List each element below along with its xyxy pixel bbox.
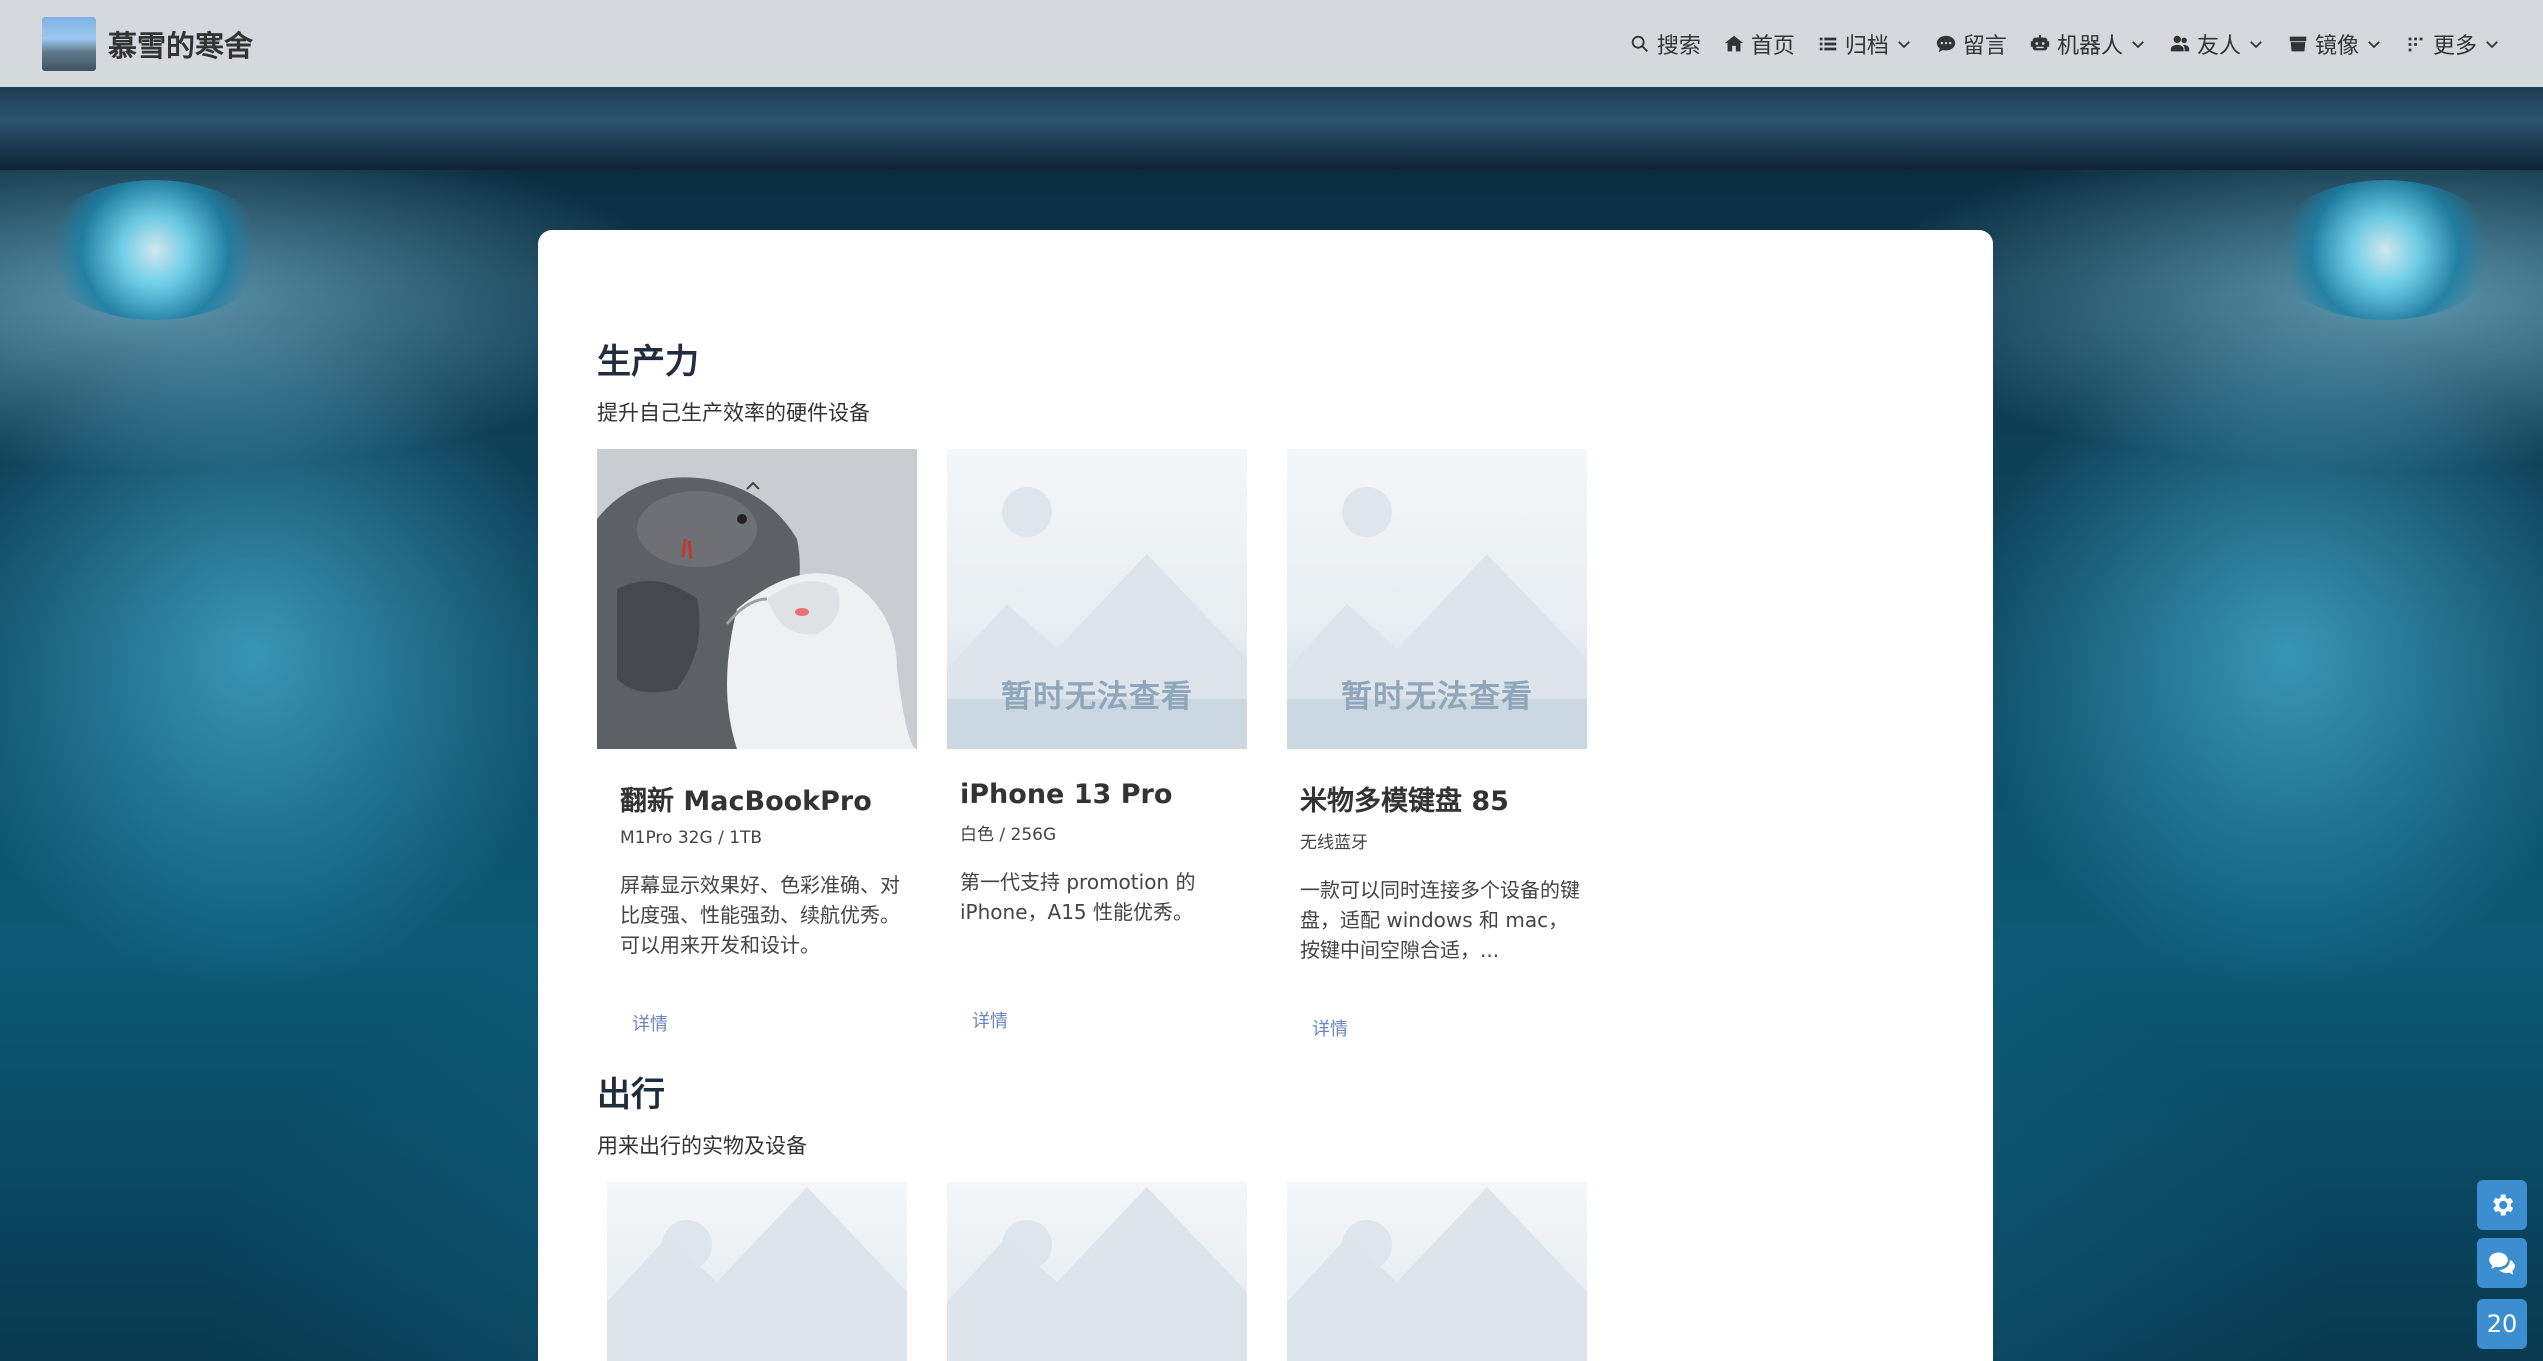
details-link[interactable]: 详情 <box>632 1010 668 1036</box>
nav-robot-label: 机器人 <box>2056 33 2123 59</box>
device-image-placeholder[interactable] <box>947 1181 1247 1361</box>
device-image-placeholder[interactable] <box>1287 1181 1587 1361</box>
robot-icon <box>2030 34 2050 50</box>
device-description: 第一代支持 promotion 的 iPhone，A15 性能优秀。 <box>960 869 1196 924</box>
chevron-down-icon <box>2132 40 2144 48</box>
nav-friends-label: 友人 <box>2196 33 2241 59</box>
nav-archive-label: 归档 <box>1844 33 1889 59</box>
device-card: 翻新 MacBookPro M1Pro 32G / 1TB 屏幕显示效果好、色彩… <box>597 448 919 1041</box>
gear-icon <box>2493 1194 2514 1216</box>
device-card <box>1287 1181 1599 1361</box>
chevron-down-icon <box>2250 40 2262 48</box>
nav-more-label: 更多 <box>2432 33 2477 59</box>
details-link[interactable]: 详情 <box>972 1007 1008 1033</box>
site-title[interactable]: 慕雪的寒舍 <box>108 23 253 65</box>
settings-button[interactable] <box>2477 1180 2527 1230</box>
section-title: 生产力 <box>597 342 699 382</box>
nav-mirror-label: 镜像 <box>2314 33 2359 59</box>
device-card-body: iPhone 13 Pro 白色 / 256G 第一代支持 promotion … <box>947 779 1259 1033</box>
section-title: 出行 <box>597 1074 665 1115</box>
device-card: 暂时无法查看 iPhone 13 Pro 白色 / 256G 第一代支持 pro… <box>947 448 1259 1041</box>
placeholder-text: 暂时无法查看 <box>1341 678 1533 715</box>
background-eye-right <box>2270 180 2500 320</box>
device-card-body: 翻新 MacBookPro M1Pro 32G / 1TB 屏幕显示效果好、色彩… <box>597 779 919 1036</box>
nav-home-label: 首页 <box>1750 33 1795 59</box>
site-logo[interactable] <box>42 16 96 71</box>
chevron-down-icon <box>1898 40 1910 48</box>
users-icon <box>2170 35 2190 51</box>
nav-home[interactable]: 首页 <box>1723 28 1795 60</box>
site-brand[interactable]: 慕雪的寒舍 <box>42 16 253 71</box>
placeholder-mountain-icon <box>607 1186 907 1361</box>
section-travel: 出行 用来出行的实物及设备 <box>597 1075 1993 1361</box>
device-image-placeholder[interactable] <box>607 1181 907 1361</box>
card-list: 翻新 MacBookPro M1Pro 32G / 1TB 屏幕显示效果好、色彩… <box>597 448 1993 1041</box>
background-eye-left <box>40 180 270 320</box>
illustration-image <box>597 448 917 749</box>
device-title: 翻新 MacBookPro <box>620 785 872 817</box>
section-productivity: 生产力 提升自己生产效率的硬件设备 翻新 MacBookPro M1Pro 32… <box>597 342 1993 1041</box>
home-icon <box>1724 35 1744 51</box>
nav-search[interactable]: 搜索 <box>1629 28 1701 60</box>
device-description: 一款可以同时连接多个设备的键盘，适配 windows 和 mac，按键中间空隙合… <box>1300 877 1580 962</box>
nav-robot[interactable]: 机器人 <box>2029 28 2147 60</box>
mirror-icon <box>2289 36 2307 51</box>
nav-mirror[interactable]: 镜像 <box>2287 28 2383 60</box>
card-list <box>597 1181 1993 1361</box>
device-spec: M1Pro 32G / 1TB <box>620 827 763 848</box>
device-title: iPhone 13 Pro <box>960 778 1173 810</box>
nav-search-label: 搜索 <box>1656 33 1701 59</box>
section-description: 提升自己生产效率的硬件设备 <box>597 400 870 425</box>
content-panel: 生产力 提升自己生产效率的硬件设备 翻新 MacBookPro M1Pro 32… <box>538 230 1993 1361</box>
nav-message-label: 留言 <box>1962 33 2007 59</box>
nav-message[interactable]: 留言 <box>1935 28 2007 60</box>
nav-friends[interactable]: 友人 <box>2169 28 2265 60</box>
device-card <box>947 1181 1259 1361</box>
details-link[interactable]: 详情 <box>1312 1015 1348 1041</box>
more-icon <box>2408 37 2423 51</box>
device-card: 暂时无法查看 米物多模键盘 85 无线蓝牙 一款可以同时连接多个设备的键盘，适配… <box>1287 448 1599 1041</box>
nav-more[interactable]: 更多 <box>2405 28 2501 60</box>
device-spec: 白色 / 256G <box>960 824 1057 845</box>
comment-icon <box>1936 35 1956 52</box>
placeholder-text: 暂时无法查看 <box>1001 678 1193 715</box>
placeholder-mountain-icon <box>947 1186 1247 1361</box>
header-banner-image <box>0 86 2543 170</box>
chat-button[interactable] <box>2477 1238 2527 1288</box>
chevron-down-icon <box>2486 40 2498 48</box>
device-description: 屏幕显示效果好、色彩准确、对比度强、性能强劲、续航优秀。可以用来开发和设计。 <box>620 872 900 957</box>
chevron-down-icon <box>2368 40 2380 48</box>
section-description: 用来出行的实物及设备 <box>597 1133 807 1158</box>
top-navbar: 慕雪的寒舍 搜索 首页 归档 留言 机器人 友人 镜像 更多 <box>0 0 2543 87</box>
device-title: 米物多模键盘 85 <box>1300 785 1509 817</box>
device-card <box>597 1181 919 1361</box>
device-image[interactable] <box>597 448 917 749</box>
comments-icon <box>2489 1252 2515 1275</box>
placeholder-mountain-icon <box>1287 1186 1587 1361</box>
list-icon <box>1819 37 1837 50</box>
device-image-placeholder[interactable]: 暂时无法查看 <box>947 448 1247 749</box>
search-icon <box>1631 35 1648 52</box>
progress-counter-button[interactable]: 20 <box>2477 1299 2527 1349</box>
main-nav: 搜索 首页 归档 留言 机器人 友人 镜像 更多 <box>1629 28 2501 60</box>
device-spec: 无线蓝牙 <box>1300 832 1368 853</box>
device-image-placeholder[interactable]: 暂时无法查看 <box>1287 448 1587 749</box>
nav-archive[interactable]: 归档 <box>1817 28 1913 60</box>
device-card-body: 米物多模键盘 85 无线蓝牙 一款可以同时连接多个设备的键盘，适配 window… <box>1287 779 1599 1041</box>
